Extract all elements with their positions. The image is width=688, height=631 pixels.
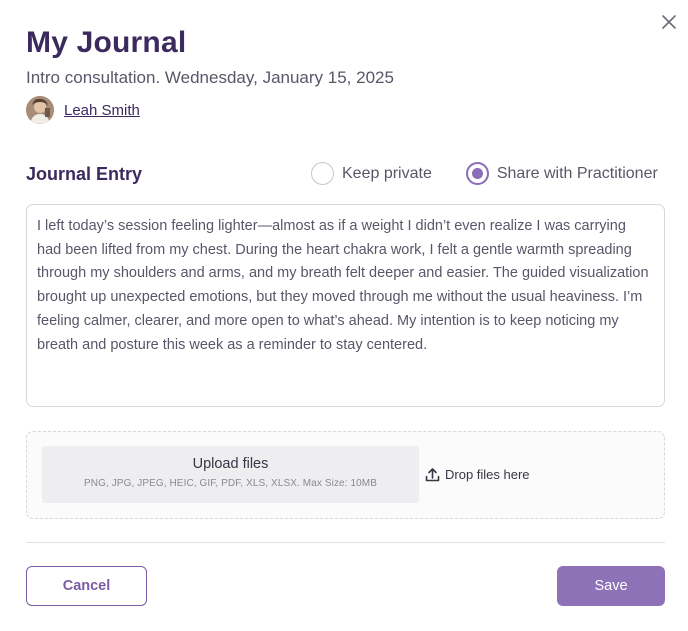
journal-entry-label: Journal Entry — [26, 164, 143, 184]
divider — [26, 542, 665, 543]
radio-label: Keep private — [342, 164, 432, 182]
session-subtitle: Intro consultation. Wednesday, January 1… — [26, 68, 394, 87]
avatar-photo-icon — [26, 96, 54, 124]
close-icon — [662, 15, 676, 29]
drop-files-label: Drop files here — [445, 467, 530, 482]
journal-entry-textarea[interactable]: I left today’s session feeling lighter—a… — [26, 204, 665, 407]
radio-label: Share with Practitioner — [496, 164, 658, 182]
radio-share-with-practitioner[interactable]: Share with Practitioner — [465, 162, 658, 185]
upload-icon — [425, 468, 440, 482]
save-button[interactable]: Save — [557, 566, 665, 606]
file-dropzone[interactable]: Upload files PNG, JPG, JPEG, HEIC, GIF, … — [26, 431, 665, 519]
radio-keep-private[interactable]: Keep private — [311, 162, 432, 185]
upload-files-label: Upload files — [192, 456, 269, 472]
drop-files-area[interactable]: Drop files here — [424, 466, 530, 483]
avatar — [26, 96, 54, 124]
visibility-radio-group: Keep private Share with Practitioner — [311, 162, 658, 185]
cancel-button[interactable]: Cancel — [26, 566, 147, 606]
upload-hint: PNG, JPG, JPEG, HEIC, GIF, PDF, XLS, XLS… — [83, 478, 377, 489]
radio-circle-checked[interactable] — [465, 162, 489, 185]
page-title: My Journal — [26, 26, 187, 59]
upload-files-button[interactable]: Upload files PNG, JPG, JPEG, HEIC, GIF, … — [42, 446, 419, 503]
radio-circle-unchecked[interactable] — [311, 162, 334, 185]
practitioner-info: Leah Smith — [26, 96, 140, 124]
close-button[interactable] — [658, 11, 680, 33]
practitioner-name-link[interactable]: Leah Smith — [64, 102, 140, 119]
